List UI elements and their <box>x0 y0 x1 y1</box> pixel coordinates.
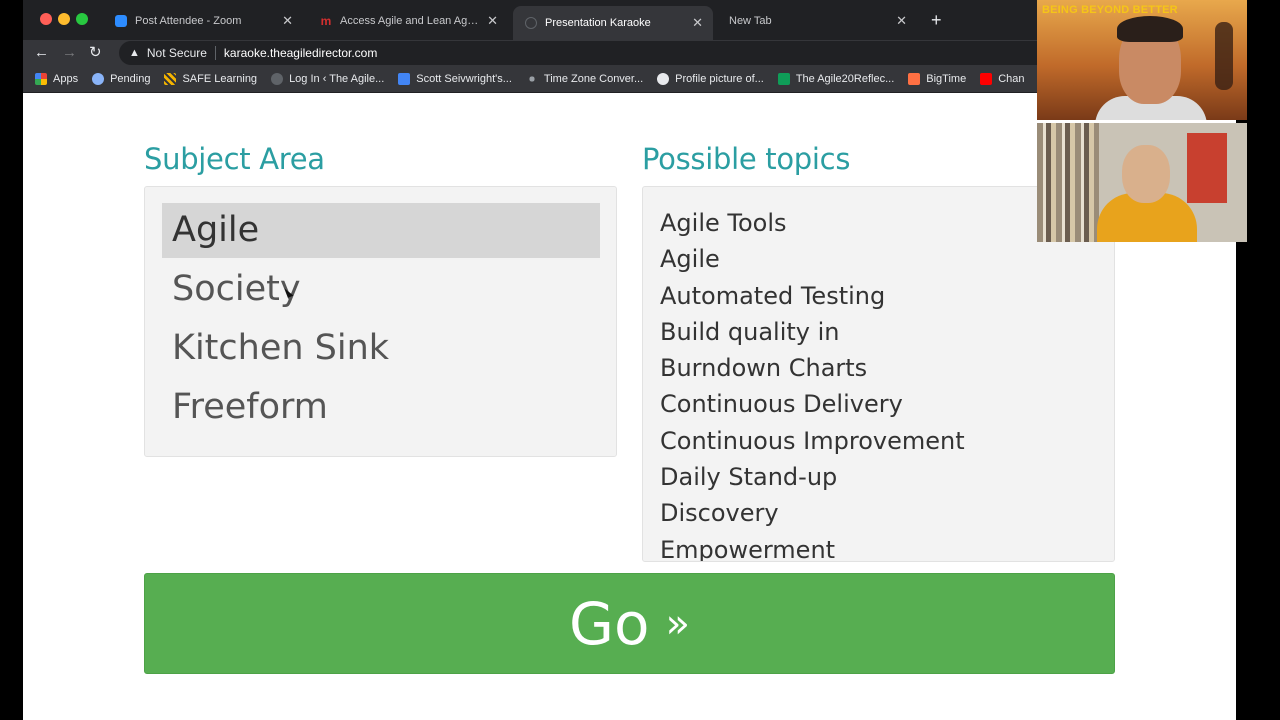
sheets-icon <box>777 73 790 85</box>
tab-presentation-karaoke[interactable]: Presentation Karaoke ✕ <box>513 6 713 40</box>
bookmark-time-zone[interactable]: Time Zone Conver... <box>525 73 644 85</box>
possible-topics-heading: Possible topics <box>642 142 851 176</box>
bookmark-label: Apps <box>53 73 79 85</box>
subject-list: Agile Society Kitchen Sink Freeform <box>144 186 617 457</box>
address-bar[interactable]: ▲ Not Secure karaoke.theagiledirector.co… <box>119 41 1119 65</box>
topic-item[interactable]: Continuous Delivery <box>643 386 1114 422</box>
bookmark-label: Scott Seivwright's... <box>416 73 512 85</box>
safe-icon <box>164 73 177 85</box>
bookmark-apps[interactable]: Apps <box>35 73 78 85</box>
wordpress-icon <box>271 73 284 85</box>
bookmark-log-in[interactable]: Log In ‹ The Agile... <box>271 73 384 85</box>
participant-face <box>1122 145 1170 203</box>
topic-item[interactable]: Automated Testing <box>643 278 1114 314</box>
subject-item-freeform[interactable]: Freeform <box>162 380 600 435</box>
reload-icon[interactable]: ↻ <box>89 43 102 63</box>
maximize-window-button[interactable] <box>76 13 88 25</box>
tab-title: Presentation Karaoke <box>545 17 651 29</box>
globe-icon <box>525 17 537 29</box>
bookmark-scott[interactable]: Scott Seivwright's... <box>398 73 512 85</box>
youtube-icon <box>980 73 993 85</box>
video-tile-participant[interactable] <box>1037 123 1247 242</box>
minimize-window-button[interactable] <box>58 13 70 25</box>
topics-list[interactable]: Agile Tools Agile Automated Testing Buil… <box>642 186 1115 562</box>
speaker-hair <box>1117 16 1183 42</box>
double-chevron-right-icon: » <box>665 600 690 647</box>
bookmark-label: Time Zone Conver... <box>543 73 644 85</box>
bookshelf <box>1037 123 1099 242</box>
topic-item[interactable]: Empowerment <box>643 532 1114 561</box>
warning-icon[interactable]: ▲ <box>129 47 140 59</box>
apps-grid-icon <box>35 73 47 85</box>
topic-item[interactable]: Burndown Charts <box>643 350 1114 386</box>
zoom-icon <box>115 15 127 27</box>
subject-item-agile[interactable]: Agile <box>162 203 600 258</box>
subject-item-kitchen-sink[interactable]: Kitchen Sink <box>162 321 600 376</box>
tab-title: Access Agile and Lean Agile G <box>340 15 480 27</box>
bookmark-bigtime[interactable]: BigTime <box>908 73 966 85</box>
bookmark-pending[interactable]: Pending <box>92 73 150 85</box>
back-icon[interactable]: ← <box>34 43 49 63</box>
go-button[interactable]: Go » <box>144 573 1115 674</box>
bookmark-profile-picture[interactable]: Profile picture of... <box>657 73 764 85</box>
bookmark-safe-learning[interactable]: SAFE Learning <box>164 73 257 85</box>
security-label[interactable]: Not Secure <box>147 46 207 60</box>
runner-silhouette <box>1215 22 1233 90</box>
close-icon[interactable]: ✕ <box>692 15 703 31</box>
subject-item-society[interactable]: Society <box>162 262 600 317</box>
new-tab-button[interactable]: + <box>931 10 942 30</box>
divider <box>214 46 216 60</box>
topic-item[interactable]: Build quality in <box>643 314 1114 350</box>
clock-icon <box>525 73 538 85</box>
video-tile-speaker[interactable]: BEING BEYOND BETTER <box>1037 0 1247 120</box>
subject-area-heading: Subject Area <box>144 142 325 176</box>
pending-icon <box>92 73 105 85</box>
m-logo-icon: m <box>320 14 332 28</box>
bookmark-label: SAFE Learning <box>182 73 258 85</box>
bookmark-label: Chan <box>998 73 1025 85</box>
docs-icon <box>398 73 411 85</box>
tab-zoom[interactable]: Post Attendee - Zoom ✕ <box>103 6 303 36</box>
tab-title: Post Attendee - Zoom <box>135 15 242 27</box>
close-icon[interactable]: ✕ <box>487 13 498 29</box>
bookmark-label: Pending <box>110 73 151 85</box>
close-icon[interactable]: ✕ <box>282 13 293 29</box>
close-window-button[interactable] <box>40 13 52 25</box>
topic-item[interactable]: Continuous Improvement <box>643 423 1114 459</box>
topic-item[interactable]: Agile <box>643 241 1114 277</box>
url-text[interactable]: karaoke.theagiledirector.com <box>224 46 377 60</box>
bookmark-label: The Agile20Reflec... <box>795 73 895 85</box>
bookmark-agile20[interactable]: The Agile20Reflec... <box>777 73 895 85</box>
forward-icon[interactable]: → <box>62 43 77 63</box>
bookmark-chan[interactable]: Chan <box>980 73 1025 85</box>
bookmark-label: Log In ‹ The Agile... <box>289 73 385 85</box>
bookmark-label: BigTime <box>926 73 967 85</box>
red-wall-art <box>1187 133 1227 203</box>
tab-title: New Tab <box>729 15 772 27</box>
tab-new-tab[interactable]: New Tab ✕ <box>717 6 917 36</box>
bookmark-label: Profile picture of... <box>675 73 764 85</box>
go-button-label: Go <box>569 589 650 658</box>
topic-item[interactable]: Discovery <box>643 495 1114 531</box>
tab-access-agile[interactable]: m Access Agile and Lean Agile G ✕ <box>308 6 508 36</box>
globe-icon <box>657 73 670 85</box>
topic-item[interactable]: Daily Stand-up <box>643 459 1114 495</box>
close-icon[interactable]: ✕ <box>896 13 907 29</box>
video-banner-text: BEING BEYOND BETTER <box>1042 4 1178 16</box>
bigtime-icon <box>908 73 921 85</box>
